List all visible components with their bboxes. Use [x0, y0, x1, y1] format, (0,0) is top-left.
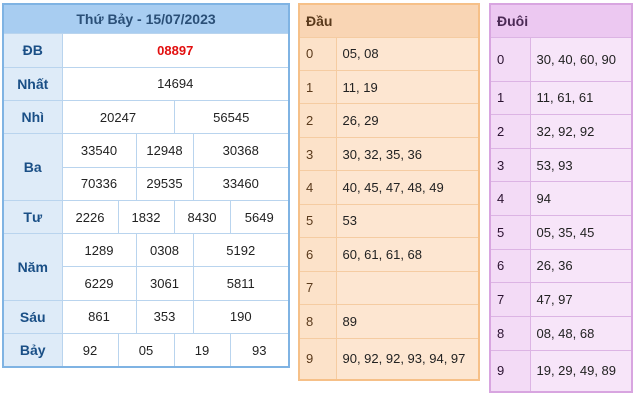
tail-key: 6	[489, 248, 531, 284]
prize-value-special: 08897	[61, 33, 290, 68]
prize-value-seventh: 92	[61, 333, 119, 368]
tail-key: 5	[489, 215, 531, 250]
head-key: 1	[298, 69, 337, 105]
prize-label-special: ĐB	[2, 33, 63, 68]
tail-values: 30, 40, 60, 90	[529, 36, 633, 82]
head-digits-title: Đầu	[298, 3, 480, 38]
tail-values: 05, 35, 45	[529, 215, 633, 250]
prize-value-sixth: 353	[135, 299, 194, 335]
tail-key: 2	[489, 114, 531, 149]
prize-value-fourth: 8430	[173, 199, 231, 235]
prize-value-third: 70336	[61, 166, 137, 201]
head-values: 26, 29	[335, 103, 480, 138]
prize-value-fifth: 1289	[61, 233, 137, 268]
prize-label-second: Nhì	[2, 99, 63, 135]
tail-values: 26, 36	[529, 248, 633, 284]
tail-key: 3	[489, 147, 531, 183]
tail-digits-table: Đuôi 0 30, 40, 60, 90 1 11, 61, 61 2 32, 92…	[489, 3, 634, 393]
prize-value-fourth: 5649	[229, 199, 290, 235]
tail-digits-title: Đuôi	[489, 3, 633, 38]
tail-key: 8	[489, 315, 531, 351]
head-values: 05, 08	[335, 36, 480, 71]
prize-label-first: Nhất	[2, 66, 63, 101]
head-values: 53	[335, 203, 480, 239]
tail-key: 9	[489, 349, 531, 393]
head-key: 9	[298, 337, 337, 381]
prize-value-fifth: 3061	[135, 266, 194, 301]
prize-value-second: 56545	[173, 99, 290, 135]
prize-value-seventh: 93	[229, 333, 290, 368]
prize-value-third: 33540	[61, 133, 137, 168]
prize-value-third: 12948	[135, 133, 194, 168]
prize-value-seventh: 19	[173, 333, 231, 368]
head-values: 40, 45, 47, 48, 49	[335, 170, 480, 205]
prize-value-sixth: 861	[61, 299, 137, 335]
head-key: 8	[298, 304, 337, 339]
prize-value-first: 14694	[61, 66, 290, 101]
tail-values: 94	[529, 181, 633, 216]
prize-value-seventh: 05	[117, 333, 175, 368]
lottery-results-table: Thứ Bảy - 15/07/2023 ĐB 08897 Nhất 14694…	[2, 3, 291, 368]
head-values: 90, 92, 92, 93, 94, 97	[335, 337, 480, 381]
head-values: 11, 19	[335, 69, 480, 105]
prize-value-third: 33460	[192, 166, 290, 201]
tail-values: 08, 48, 68	[529, 315, 633, 351]
head-key: 5	[298, 203, 337, 239]
tail-values: 32, 92, 92	[529, 114, 633, 149]
prize-value-fourth: 1832	[117, 199, 175, 235]
prize-value-third: 30368	[192, 133, 290, 168]
head-key: 0	[298, 36, 337, 71]
tail-key: 0	[489, 36, 531, 82]
head-values	[335, 270, 480, 306]
prize-value-fifth: 6229	[61, 266, 137, 301]
tail-key: 1	[489, 80, 531, 116]
head-key: 2	[298, 103, 337, 138]
prize-label-fifth: Năm	[2, 233, 63, 301]
prize-value-fifth: 5811	[192, 266, 290, 301]
tail-key: 7	[489, 282, 531, 317]
head-values: 89	[335, 304, 480, 339]
tail-values: 19, 29, 49, 89	[529, 349, 633, 393]
tail-key: 4	[489, 181, 531, 216]
tail-values: 53, 93	[529, 147, 633, 183]
prize-value-sixth: 190	[192, 299, 290, 335]
tail-values: 47, 97	[529, 282, 633, 317]
head-digits-table: Đầu 0 05, 08 1 11, 19 2 26, 29 3 30, 32, 35,…	[298, 3, 481, 381]
results-title: Thứ Bảy - 15/07/2023	[2, 3, 290, 35]
prize-value-fifth: 5192	[192, 233, 290, 268]
head-key: 3	[298, 136, 337, 172]
head-key: 6	[298, 237, 337, 272]
head-values: 60, 61, 61, 68	[335, 237, 480, 272]
prize-label-sixth: Sáu	[2, 299, 63, 335]
head-values: 30, 32, 35, 36	[335, 136, 480, 172]
prize-value-fourth: 2226	[61, 199, 119, 235]
prize-value-second: 20247	[61, 99, 175, 135]
prize-value-fifth: 0308	[135, 233, 194, 268]
head-key: 7	[298, 270, 337, 306]
prize-label-fourth: Tư	[2, 199, 63, 235]
prize-label-seventh: Bảy	[2, 333, 63, 368]
prize-value-third: 29535	[135, 166, 194, 201]
prize-label-third: Ba	[2, 133, 63, 201]
head-key: 4	[298, 170, 337, 205]
tail-values: 11, 61, 61	[529, 80, 633, 116]
